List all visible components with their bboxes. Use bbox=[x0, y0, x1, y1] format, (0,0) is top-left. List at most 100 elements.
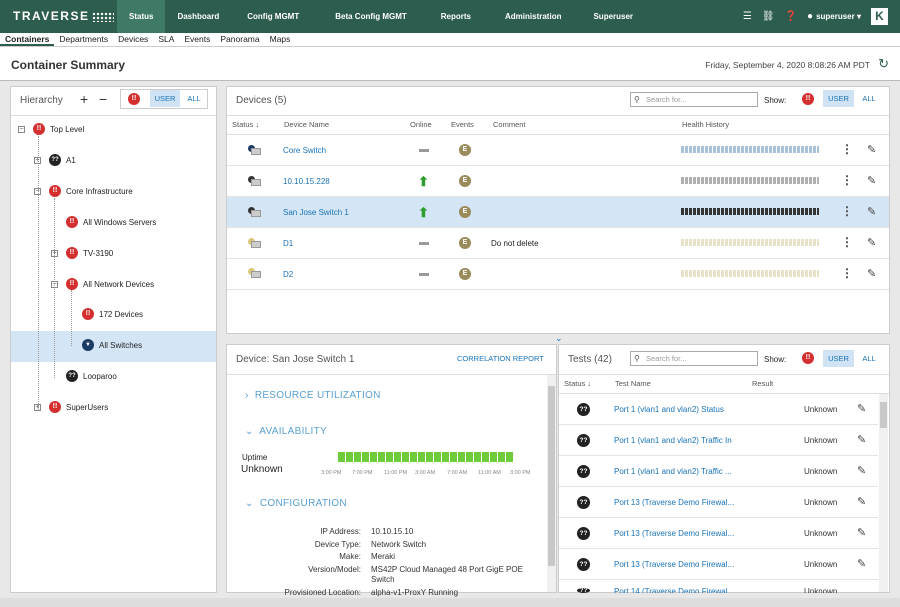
correlation-report-link[interactable]: CORRELATION REPORT bbox=[457, 354, 544, 363]
panel-splitter-chevron-icon[interactable]: ⌄ bbox=[555, 333, 563, 344]
expand-icon[interactable]: + bbox=[51, 249, 58, 257]
events-icon[interactable]: E bbox=[459, 175, 471, 187]
col-events[interactable]: Events bbox=[451, 120, 474, 129]
test-name-link[interactable]: Port 13 (Traverse Demo Firewal... bbox=[614, 560, 734, 569]
tree-node-looparoo[interactable]: ?? Looparoo bbox=[66, 370, 117, 382]
subnav-departments[interactable]: Departments bbox=[54, 33, 113, 46]
events-icon[interactable]: E bbox=[459, 237, 471, 249]
events-icon[interactable]: E bbox=[459, 144, 471, 156]
test-name-link[interactable]: Port 13 (Traverse Demo Firewal... bbox=[614, 529, 734, 538]
edit-pencil-icon[interactable]: ✎ bbox=[857, 464, 866, 477]
subnav-sla[interactable]: SLA bbox=[153, 33, 179, 46]
test-name-link[interactable]: Port 1 (vlan1 and vlan2) Traffic ... bbox=[614, 467, 732, 476]
user-menu[interactable]: superuser ▾ bbox=[816, 12, 861, 21]
tree-node-all-switches[interactable]: ▼ All Switches bbox=[82, 339, 142, 351]
subnav-maps[interactable]: Maps bbox=[265, 33, 296, 46]
refresh-icon[interactable]: ↻ bbox=[878, 56, 889, 72]
devices-user-button[interactable]: USER bbox=[823, 90, 854, 107]
expand-icon[interactable]: + bbox=[34, 403, 41, 411]
edit-pencil-icon[interactable]: ✎ bbox=[867, 205, 876, 218]
subnav-events[interactable]: Events bbox=[179, 33, 215, 46]
configuration-section[interactable]: ⌄ CONFIGURATION bbox=[245, 498, 347, 509]
col-health-history[interactable]: Health History bbox=[682, 120, 729, 129]
nav-beta-config-mgmt[interactable]: Beta Config MGMT bbox=[319, 0, 423, 33]
tests-all-button[interactable]: ALL bbox=[856, 350, 882, 367]
test-name-link[interactable]: Port 1 (vlan1 and vlan2) Status bbox=[614, 405, 724, 414]
tree-node-all-network-devices[interactable]: − !! All Network Devices bbox=[51, 278, 154, 290]
collapse-icon[interactable]: − bbox=[18, 125, 25, 133]
user-avatar-icon[interactable]: ● bbox=[807, 11, 813, 22]
col-status[interactable]: Status ↓ bbox=[232, 120, 259, 129]
col-test-name[interactable]: Test Name bbox=[615, 379, 651, 388]
subnav-containers[interactable]: Containers bbox=[0, 33, 55, 46]
tree-node-core-infrastructure[interactable]: − !! Core Infrastructure bbox=[34, 185, 133, 197]
tests-search-input[interactable]: ⚲ Search for... bbox=[630, 351, 758, 366]
device-name-link[interactable]: D1 bbox=[283, 239, 293, 248]
col-test-status[interactable]: Status ↓ bbox=[564, 379, 591, 388]
tests-alert-filter-icon[interactable]: !! bbox=[802, 352, 814, 364]
more-options-icon[interactable]: ⋮ bbox=[841, 142, 853, 156]
tests-user-button[interactable]: USER bbox=[823, 350, 854, 367]
subnav-panorama[interactable]: Panorama bbox=[215, 33, 264, 46]
test-name-link[interactable]: Port 14 (Traverse Demo Firewal... bbox=[614, 588, 734, 593]
tree-node-top-level[interactable]: − !! Top Level bbox=[18, 123, 84, 135]
edit-pencil-icon[interactable]: ✎ bbox=[857, 433, 866, 446]
more-options-icon[interactable]: ⋮ bbox=[841, 173, 853, 187]
add-container-button[interactable]: + bbox=[80, 91, 88, 107]
more-options-icon[interactable]: ⋮ bbox=[841, 204, 853, 218]
edit-pencil-icon[interactable]: ✎ bbox=[867, 236, 876, 249]
col-test-result[interactable]: Result bbox=[752, 379, 773, 388]
hierarchy-alert-filter-icon[interactable]: !! bbox=[128, 93, 140, 105]
detail-scrollbar-thumb[interactable] bbox=[548, 386, 555, 566]
k-logo-icon[interactable]: K bbox=[871, 8, 888, 25]
nav-status[interactable]: Status bbox=[117, 0, 166, 33]
edit-pencil-icon[interactable]: ✎ bbox=[867, 143, 876, 156]
device-name-link[interactable]: D2 bbox=[283, 270, 293, 279]
test-name-link[interactable]: Port 13 (Traverse Demo Firewal... bbox=[614, 498, 734, 507]
edit-pencil-icon[interactable]: ✎ bbox=[857, 526, 866, 539]
collapse-icon[interactable]: − bbox=[34, 187, 41, 195]
devices-alert-filter-icon[interactable]: !! bbox=[802, 93, 814, 105]
remove-container-button[interactable]: − bbox=[99, 91, 107, 107]
edit-pencil-icon[interactable]: ✎ bbox=[857, 402, 866, 415]
availability-section[interactable]: ⌄ AVAILABILITY bbox=[245, 426, 327, 437]
devices-all-button[interactable]: ALL bbox=[856, 90, 882, 107]
link-icon[interactable]: ⛓ bbox=[762, 11, 775, 22]
tree-node-a1[interactable]: + ?? A1 bbox=[34, 154, 76, 166]
col-comment[interactable]: Comment bbox=[493, 120, 526, 129]
devices-search-input[interactable]: ⚲ Search for... bbox=[630, 92, 758, 107]
nav-reports[interactable]: Reports bbox=[423, 0, 489, 33]
tree-node-all-windows-servers[interactable]: !! All Windows Servers bbox=[66, 216, 156, 228]
test-name-link[interactable]: Port 1 (vlan1 and vlan2) Traffic In bbox=[614, 436, 732, 445]
edit-pencil-icon[interactable]: ✎ bbox=[857, 495, 866, 508]
nav-administration[interactable]: Administration bbox=[489, 0, 577, 33]
edit-pencil-icon[interactable]: ✎ bbox=[857, 557, 866, 570]
col-online[interactable]: Online bbox=[410, 120, 432, 129]
nav-config-mgmt[interactable]: Config MGMT bbox=[231, 0, 319, 33]
subnav-devices[interactable]: Devices bbox=[113, 33, 153, 46]
tree-node-tv-3190[interactable]: + !! TV-3190 bbox=[51, 247, 113, 259]
device-name-link[interactable]: Core Switch bbox=[283, 146, 326, 155]
nav-superuser[interactable]: Superuser bbox=[577, 0, 649, 33]
more-options-icon[interactable]: ⋮ bbox=[841, 235, 853, 249]
nav-dashboard[interactable]: Dashboard bbox=[165, 0, 231, 33]
edit-pencil-icon[interactable]: ✎ bbox=[867, 174, 876, 187]
edit-pencil-icon[interactable]: ✎ bbox=[867, 267, 876, 280]
expand-icon[interactable]: + bbox=[34, 156, 41, 164]
more-options-icon[interactable]: ⋮ bbox=[841, 266, 853, 280]
hierarchy-user-button[interactable]: USER bbox=[150, 90, 180, 107]
list-icon[interactable]: ☰ bbox=[743, 11, 752, 22]
device-name-link[interactable]: San Jose Switch 1 bbox=[283, 208, 349, 217]
collapse-icon[interactable]: − bbox=[51, 280, 58, 288]
hierarchy-all-button[interactable]: ALL bbox=[182, 90, 206, 107]
tree-node-172-devices[interactable]: !! 172 Devices bbox=[82, 308, 143, 320]
events-icon[interactable]: E bbox=[459, 268, 471, 280]
col-device-name[interactable]: Device Name bbox=[284, 120, 329, 129]
tests-scrollbar-thumb[interactable] bbox=[880, 402, 887, 428]
help-icon[interactable]: ❓ bbox=[785, 11, 797, 22]
events-icon[interactable]: E bbox=[459, 206, 471, 218]
device-name-link[interactable]: 10.10.15.228 bbox=[283, 177, 330, 186]
resource-utilization-section[interactable]: › RESOURCE UTILIZATION bbox=[245, 390, 381, 401]
traverse-logo[interactable]: TRAVERSE bbox=[13, 9, 115, 23]
tree-node-superusers[interactable]: + !! SuperUsers bbox=[34, 401, 108, 413]
